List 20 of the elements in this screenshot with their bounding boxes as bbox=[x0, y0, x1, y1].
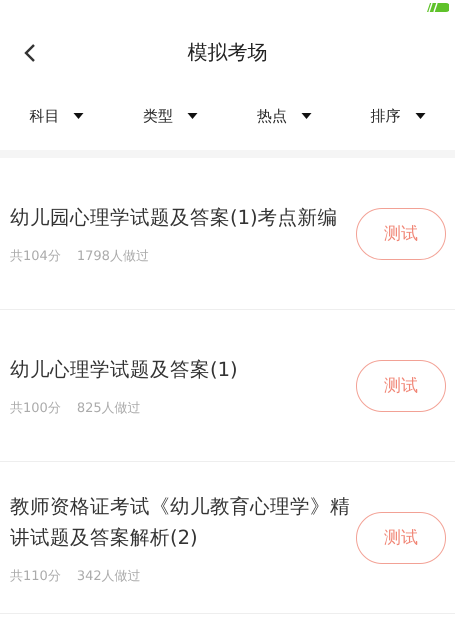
exam-title[interactable]: 幼儿心理学试题及答案(1) bbox=[10, 354, 350, 385]
taker-count: 1798人做过 bbox=[76, 248, 149, 265]
exam-title[interactable]: 教师资格证考试《幼儿教育心理学》精讲试题及答案解析(2) bbox=[10, 490, 350, 552]
caret-icon bbox=[414, 113, 426, 119]
taker-count: 825人做过 bbox=[76, 400, 141, 417]
total-score: 共100分 bbox=[10, 400, 61, 417]
exam-title[interactable]: 幼儿园心理学试题及答案(1)考点新编 bbox=[10, 202, 350, 233]
caret-icon bbox=[187, 113, 198, 119]
caret-icon bbox=[300, 113, 312, 119]
filter-dropdown[interactable]: 排序 bbox=[370, 106, 426, 126]
back-icon[interactable] bbox=[24, 43, 36, 63]
total-score: 共104分 bbox=[10, 248, 61, 265]
battery-icon bbox=[427, 3, 449, 12]
caret-icon bbox=[73, 113, 84, 119]
filter-dropdown[interactable]: 科目 bbox=[29, 106, 84, 126]
total-score: 共110分 bbox=[10, 568, 61, 584]
taker-count: 342人做过 bbox=[76, 568, 141, 584]
filter-dropdown[interactable]: 类型 bbox=[143, 106, 198, 126]
filter-dropdown[interactable]: 热点 bbox=[256, 106, 312, 126]
page-title: 模拟考场 bbox=[188, 38, 268, 66]
